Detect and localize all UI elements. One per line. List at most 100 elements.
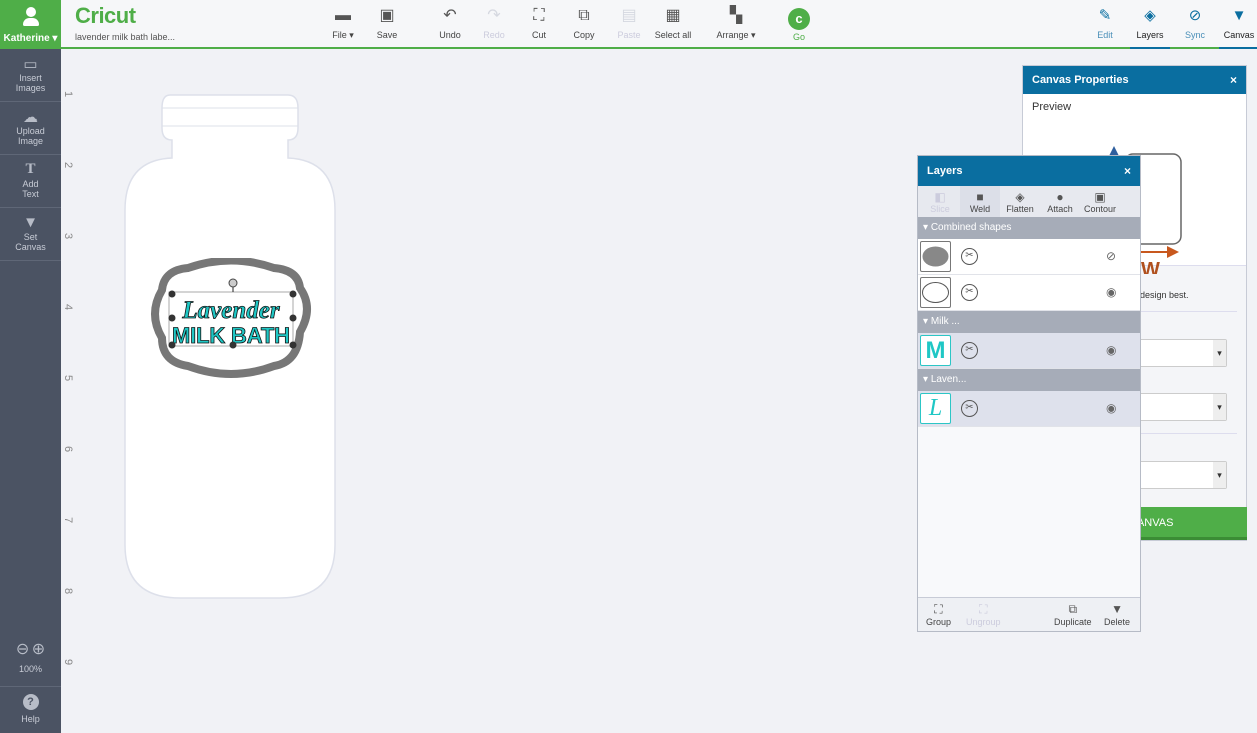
attach-icon: ● (1056, 190, 1064, 204)
ruler-tick-label: 6 (62, 445, 75, 453)
contour-button[interactable]: ▣ Contour (1080, 186, 1120, 217)
arrange-icon: ▚ (729, 7, 743, 24)
copy-icon: ⧉ (578, 7, 590, 24)
tab-canvas[interactable]: ▼ Canvas (1219, 6, 1257, 49)
ungroup-button[interactable]: ⛶ Ungroup (966, 602, 1001, 627)
scissors-icon[interactable]: ✂ (961, 284, 978, 301)
user-icon (22, 7, 39, 26)
weld-icon: ■ (976, 190, 984, 204)
scissors-icon[interactable]: ✂ (961, 400, 978, 417)
paste-icon: ▤ (621, 7, 637, 24)
layers-icon: ◈ (1144, 7, 1156, 24)
eye-icon[interactable]: ◉ (1106, 285, 1116, 299)
ruler-tick-label: 1 (62, 90, 75, 98)
layer-thumbnail (920, 277, 951, 308)
eye-icon[interactable]: ◉ (1106, 343, 1116, 357)
eye-icon[interactable]: ◉ (1106, 401, 1116, 415)
ruler-tick-label: 3 (62, 232, 75, 240)
upload-cloud-icon: ☁ (23, 109, 38, 126)
layer-row[interactable]: L ✂ ◉ (918, 391, 1140, 427)
undo-button[interactable]: ↶ Undo (425, 6, 475, 40)
scissors-icon[interactable]: ✂ (961, 248, 978, 265)
go-button[interactable]: c Go (774, 6, 824, 42)
redo-button[interactable]: ↷ Redo (469, 6, 519, 40)
ruler-tick-label: 9 (62, 658, 75, 666)
layer-thumbnail: M (920, 335, 951, 366)
layer-group[interactable]: ▾ Combined shapes (918, 217, 1140, 239)
eye-hidden-icon[interactable]: ⊘ (1106, 249, 1116, 263)
close-icon[interactable]: × (1230, 66, 1237, 94)
ruler-tick-label: 4 (62, 303, 75, 311)
add-text-button[interactable]: T Add Text (0, 155, 61, 208)
attach-button[interactable]: ● Attach (1040, 186, 1080, 217)
redo-icon: ↷ (487, 7, 501, 24)
zoom-out-icon[interactable]: ⊖ (16, 641, 29, 658)
trash-icon: ▼ (1111, 602, 1123, 616)
contour-icon: ▣ (1094, 190, 1106, 204)
cut-icon: ⛶ (533, 7, 545, 24)
duplicate-button[interactable]: ⧉ Duplicate (1054, 602, 1092, 627)
set-canvas-button[interactable]: ▼ Set Canvas (0, 208, 61, 261)
ruler-tick-label: 2 (62, 161, 75, 169)
upload-image-button[interactable]: ☁ Upload Image (0, 102, 61, 155)
sync-icon: ⊘ (1188, 7, 1202, 24)
copy-button[interactable]: ⧉ Copy (559, 6, 609, 40)
design-line1: Lavender (181, 297, 279, 324)
duplicate-icon: ⧉ (1068, 602, 1078, 616)
cut-button[interactable]: ⛶ Cut (514, 6, 564, 40)
tab-sync[interactable]: ⊘ Sync (1175, 6, 1215, 49)
save-button[interactable]: ▣ Save (362, 6, 412, 40)
project-name[interactable]: lavender milk bath labe... (75, 32, 175, 42)
file-menu[interactable]: ▬ File ▾ (318, 6, 368, 41)
image-icon: ▭ (23, 56, 38, 73)
weld-button[interactable]: ■ Weld (960, 186, 1000, 217)
help-button[interactable]: ? Help (0, 694, 61, 724)
cricut-logo: Cricut (75, 3, 136, 28)
ruler-tick-label: 7 (62, 516, 75, 524)
flatten-button[interactable]: ◈ Flatten (1000, 186, 1040, 217)
group-button[interactable]: ⛶ Group (926, 602, 951, 627)
help-icon: ? (22, 694, 39, 710)
panel-title: Canvas Properties (1032, 74, 1129, 86)
user-name: Katherine (3, 33, 50, 44)
panel-title: Layers (927, 165, 963, 177)
tab-layers[interactable]: ◈ Layers (1130, 6, 1170, 49)
layer-group[interactable]: ▾ Milk ... (918, 311, 1140, 333)
layer-row[interactable]: ✂ ◉ (918, 275, 1140, 311)
user-menu[interactable]: Katherine ▾ (0, 0, 61, 49)
slice-button[interactable]: ◧ Slice (920, 186, 960, 217)
svg-text:W: W (1141, 259, 1160, 274)
slice-icon: ◧ (934, 190, 946, 204)
select-all-button[interactable]: ▦ Select all (648, 6, 698, 40)
folder-icon: ▬ (335, 7, 351, 24)
layers-panel: Layers × ◧ Slice ■ Weld ◈ Flatten ● Attach ▣ C… (917, 155, 1141, 632)
tab-edit[interactable]: ✎ Edit (1085, 6, 1125, 49)
flatten-icon: ◈ (1015, 190, 1025, 204)
scissors-icon[interactable]: ✂ (961, 342, 978, 359)
left-sidebar: ▭ Insert Images ☁ Upload Image T Add Text ▼… (0, 49, 61, 733)
ruler-tick-label: 5 (62, 374, 75, 382)
top-toolbar: Katherine ▾ Cricut lavender milk bath la… (0, 0, 1257, 49)
paste-button[interactable]: ▤ Paste (604, 6, 654, 40)
edit-icon: ✎ (1098, 7, 1112, 24)
close-icon[interactable]: × (1124, 156, 1131, 186)
layer-thumbnail: L (920, 393, 951, 424)
arrange-menu[interactable]: ▚ Arrange ▾ (711, 6, 761, 41)
delete-button[interactable]: ▼ Delete (1104, 602, 1130, 627)
shirt-icon: ▼ (1231, 7, 1247, 24)
layer-group[interactable]: ▾ Laven... (918, 369, 1140, 391)
shirt-icon: ▼ (23, 214, 38, 231)
go-icon: c (788, 8, 810, 30)
layer-thumbnail (920, 241, 951, 272)
label-design: Lavender MILK BATH (151, 258, 311, 378)
grid-icon: ▦ (665, 7, 681, 24)
group-icon: ⛶ (934, 602, 943, 616)
zoom-in-icon[interactable]: ⊕ (32, 641, 45, 658)
insert-images-button[interactable]: ▭ Insert Images (0, 49, 61, 102)
save-icon: ▣ (379, 7, 395, 24)
layer-row[interactable]: M ✂ ◉ (918, 333, 1140, 369)
zoom-level: 100% (18, 664, 43, 674)
undo-icon: ↶ (443, 7, 457, 24)
text-icon: T (25, 161, 36, 177)
layer-row[interactable]: ✂ ⊘ (918, 239, 1140, 275)
